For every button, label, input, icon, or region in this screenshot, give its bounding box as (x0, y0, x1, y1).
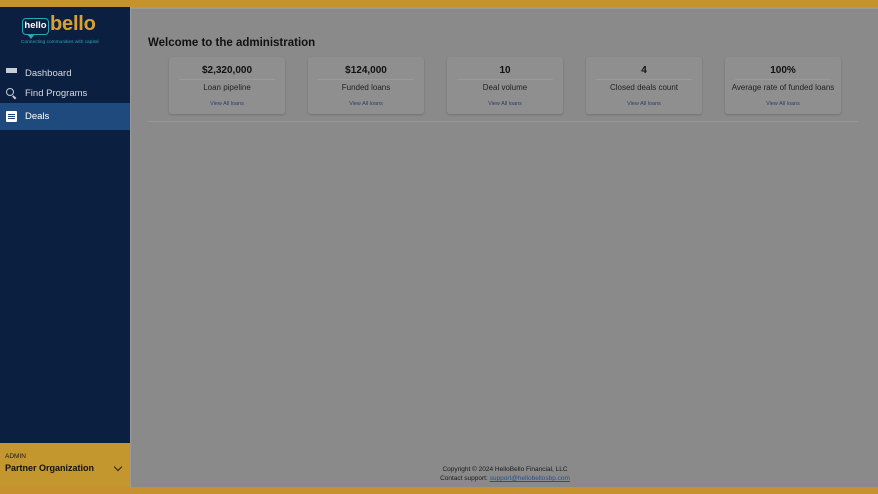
logo-bello: bello (50, 13, 96, 35)
stat-label: Average rate of funded loans (731, 83, 835, 92)
copyright-text: Copyright © 2024 HelloBello Financial, L… (442, 466, 568, 473)
stat-card-closed-deals: 4 Closed deals count View All loans (586, 57, 702, 114)
org-name-row: Partner Organization (5, 462, 125, 473)
support-line: Contact support: support@hellobellosbp.c… (131, 474, 878, 483)
stat-label: Deal volume (482, 83, 528, 92)
sidebar-item-deals[interactable]: Deals (0, 103, 130, 130)
sidebar: hello bello Connecting communities with … (0, 7, 130, 487)
hellobello-logo[interactable]: hello bello Connecting communities with … (21, 13, 107, 56)
section-divider (148, 121, 858, 122)
support-label: Contact support: (440, 475, 488, 482)
view-all-loans-link[interactable]: View All loans (586, 101, 702, 107)
stat-card-loan-pipeline: $2,320,000 Loan pipeline View All loans (169, 57, 285, 114)
card-divider (735, 79, 831, 80)
card-divider (179, 79, 275, 80)
stat-card-average-rate: 100% Average rate of funded loans View A… (725, 57, 841, 114)
support-email-link[interactable]: support@hellobellosbp.com (490, 475, 570, 482)
card-divider (457, 79, 553, 80)
view-all-loans-link[interactable]: View All loans (725, 101, 841, 107)
card-divider (318, 79, 414, 80)
sidebar-nav: Dashboard Find Programs Deals (0, 63, 130, 130)
document-icon (6, 111, 17, 122)
stat-label: Closed deals count (609, 83, 679, 92)
dashboard-icon (6, 67, 17, 79)
main-content: Welcome to the administration $2,320,000… (130, 7, 878, 487)
sidebar-item-find-programs[interactable]: Find Programs (0, 83, 130, 103)
stat-label: Loan pipeline (203, 83, 251, 92)
sidebar-item-label: Dashboard (25, 67, 72, 79)
stat-value: 100% (770, 65, 796, 76)
stat-value: 4 (641, 65, 647, 76)
sidebar-item-dashboard[interactable]: Dashboard (0, 63, 130, 83)
logo-tagline: Connecting communities with capital (21, 40, 99, 45)
stat-label: Funded loans (341, 83, 391, 92)
view-all-loans-link[interactable]: View All loans (447, 101, 563, 107)
page-title: Welcome to the administration (148, 37, 316, 49)
stat-card-funded-loans: $124,000 Funded loans View All loans (308, 57, 424, 114)
org-name: Partner Organization (5, 463, 95, 473)
org-role: ADMIN (5, 453, 26, 460)
search-icon (6, 87, 17, 99)
page-footer: Copyright © 2024 HelloBello Financial, L… (131, 465, 878, 483)
sidebar-item-label: Deals (25, 111, 50, 122)
view-all-loans-link[interactable]: View All loans (169, 101, 285, 107)
organization-switcher[interactable]: ADMIN Partner Organization (0, 443, 130, 487)
logo-hello: hello (22, 18, 49, 39)
chevron-down-icon (113, 462, 123, 471)
stat-value: $124,000 (345, 65, 387, 76)
stat-card-deal-volume: 10 Deal volume View All loans (447, 57, 563, 114)
sidebar-item-label: Find Programs (25, 87, 88, 99)
stat-value: 10 (499, 65, 511, 76)
view-all-loans-link[interactable]: View All loans (308, 101, 424, 107)
stats-cards: $2,320,000 Loan pipeline View All loans … (169, 57, 841, 114)
stat-value: $2,320,000 (201, 65, 253, 76)
card-divider (596, 79, 692, 80)
app-frame: hello bello Connecting communities with … (0, 7, 878, 487)
